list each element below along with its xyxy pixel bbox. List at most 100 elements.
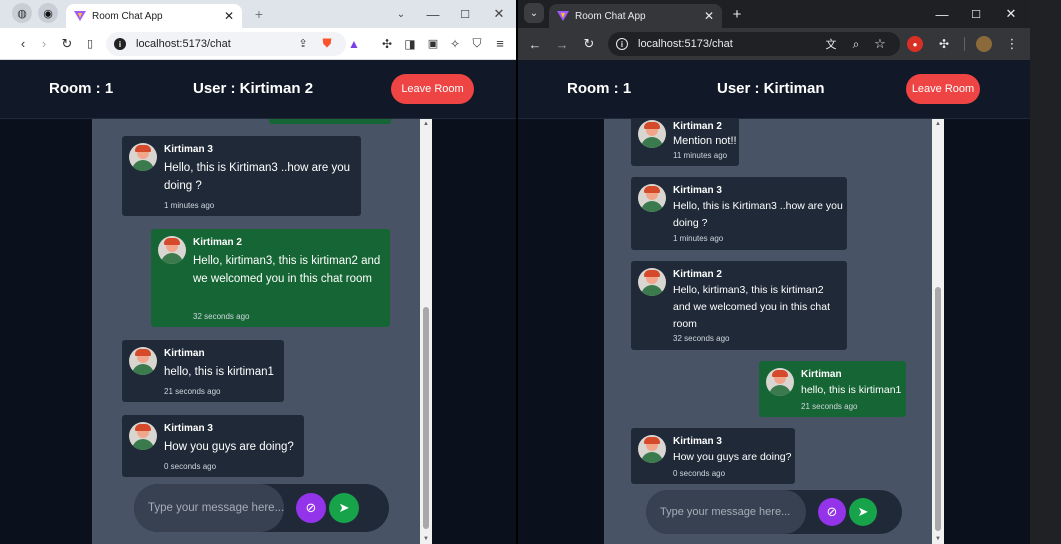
scroll-down-icon[interactable]: ▼: [423, 536, 429, 542]
scrollbar-thumb[interactable]: [935, 287, 941, 531]
room-label: Room : 1: [49, 80, 114, 97]
url-text: localhost:5173/chat: [638, 38, 733, 50]
reload-icon[interactable]: ↻: [56, 33, 78, 55]
scroll-down-icon[interactable]: ▼: [935, 536, 941, 542]
avatar: [638, 120, 666, 148]
message-sender: Kirtiman: [164, 348, 205, 359]
scroll-up-icon[interactable]: ▲: [935, 121, 941, 127]
message-time: 32 seconds ago: [673, 334, 730, 343]
close-tab-icon[interactable]: ✕: [224, 9, 234, 23]
message-bubble: Kirtiman 2 Mention not!! 11 minutes ago: [631, 119, 739, 166]
message-bubble-partial: [269, 119, 391, 124]
url-text: localhost:5173/chat: [136, 38, 231, 50]
menu-icon[interactable]: ≡: [489, 33, 511, 55]
extensions-icon[interactable]: ✣: [933, 33, 955, 55]
send-icon[interactable]: ➤: [849, 498, 877, 526]
share-icon[interactable]: ⇪: [292, 33, 314, 55]
sidebar-icon[interactable]: ◨: [399, 33, 421, 55]
avatar: [158, 236, 186, 264]
message-text: Mention not!!: [673, 135, 737, 147]
chat-page: Room : 1 User : Kirtiman 2 Leave Room Ki…: [0, 60, 516, 544]
message-time: 0 seconds ago: [164, 462, 217, 471]
bookmark-icon[interactable]: ▯: [79, 33, 101, 55]
message-bubble: Kirtiman 3 How you guys are doing? 0 sec…: [631, 428, 795, 484]
message-bubble: Kirtiman 3 Hello, this is Kirtiman3 ..ho…: [631, 177, 847, 250]
minimize-icon[interactable]: —: [422, 3, 444, 25]
tab-room-chat-app[interactable]: Room Chat App ✕: [66, 4, 242, 28]
extension-red-icon[interactable]: ●: [907, 36, 923, 52]
avatar: [638, 184, 666, 212]
reload-icon[interactable]: ↻: [578, 33, 600, 55]
attach-icon[interactable]: ⊘: [296, 493, 326, 523]
user-label: User : Kirtiman: [717, 80, 825, 97]
scrollbar[interactable]: ▲ ▼: [420, 119, 432, 544]
browser-profile-icon[interactable]: ◍: [12, 3, 32, 23]
tab-room-chat-app[interactable]: Room Chat App ✕: [549, 4, 722, 28]
message-text: Hello, this is Kirtiman3 ..how are you d…: [164, 162, 350, 192]
tab-search-icon[interactable]: ⌄: [390, 3, 412, 25]
message-time: 1 minutes ago: [164, 201, 215, 210]
message-sender: Kirtiman 2: [673, 121, 722, 132]
translate-icon[interactable]: 文: [820, 33, 842, 55]
brave-rewards-icon[interactable]: ▲: [343, 33, 365, 55]
scrollbar-thumb[interactable]: [423, 307, 429, 529]
message-sender: Kirtiman 3: [673, 436, 722, 447]
site-info-icon[interactable]: i: [114, 38, 126, 50]
avatar: [638, 268, 666, 296]
chat-page: Room : 1 User : Kirtiman Leave Room Kirt…: [518, 60, 1030, 544]
leave-room-button[interactable]: Leave Room: [906, 74, 980, 104]
minimize-icon[interactable]: —: [931, 3, 953, 25]
message-list: Kirtiman 2 Mention not!! 11 minutes ago …: [604, 119, 934, 544]
close-tab-icon[interactable]: ✕: [704, 9, 714, 23]
forward-icon[interactable]: ›: [33, 33, 55, 55]
scrollbar[interactable]: ▲ ▼: [932, 119, 944, 544]
toolbar-separator: [964, 37, 965, 51]
message-input[interactable]: [646, 490, 806, 534]
avatar: [129, 143, 157, 171]
vite-logo-icon: [74, 11, 86, 21]
vpn-icon[interactable]: ⛉: [466, 33, 488, 55]
message-text: Hello, this is Kirtiman3 ..how are you d…: [673, 200, 843, 229]
attach-icon[interactable]: ⊘: [818, 498, 846, 526]
browser-window-right: ⌄ Room Chat App ✕ + — ☐ ✕ ← → ↻ i localh…: [518, 0, 1030, 544]
send-icon[interactable]: ➤: [329, 493, 359, 523]
new-tab-icon[interactable]: +: [248, 3, 270, 25]
close-window-icon[interactable]: ✕: [488, 3, 510, 25]
close-window-icon[interactable]: ✕: [1000, 3, 1022, 25]
menu-icon[interactable]: ⋮: [1001, 33, 1023, 55]
message-text: Hello, kirtiman3, this is kirtiman2 and …: [673, 284, 831, 330]
avatar: [129, 422, 157, 450]
scroll-up-icon[interactable]: ▲: [423, 121, 429, 127]
forward-icon[interactable]: →: [551, 33, 573, 55]
chat-header: Room : 1 User : Kirtiman 2 Leave Room: [0, 60, 516, 119]
zoom-icon[interactable]: ⌕: [845, 33, 867, 55]
new-tab-icon[interactable]: +: [726, 3, 748, 25]
avatar: [766, 368, 794, 396]
brave-shields-icon[interactable]: ⛊: [316, 33, 338, 55]
leave-room-button[interactable]: Leave Room: [391, 74, 474, 104]
leo-icon[interactable]: ✧: [444, 33, 466, 55]
message-text: hello, this is kirtiman1: [801, 384, 902, 396]
back-icon[interactable]: ←: [524, 33, 546, 55]
star-icon[interactable]: ☆: [869, 33, 891, 55]
tab-strip: ◍ ◉ Room Chat App ✕ + ⌄ — ☐ ✕: [0, 0, 516, 28]
wallet-icon[interactable]: ▣: [422, 33, 444, 55]
message-list: Kirtiman 3 Hello, this is Kirtiman3 ..ho…: [92, 119, 420, 544]
message-input[interactable]: [134, 484, 284, 532]
site-info-icon[interactable]: i: [616, 38, 628, 50]
address-bar-row: ← → ↻ i localhost:5173/chat 文 ⌕ ☆ ● ✣ ⋮: [518, 28, 1030, 60]
message-composer: ⊘ ➤: [646, 490, 902, 534]
maximize-icon[interactable]: ☐: [965, 3, 987, 25]
message-sender: Kirtiman 3: [673, 185, 722, 196]
vite-logo-icon: [557, 11, 569, 21]
message-bubble: Kirtiman hello, this is kirtiman1 21 sec…: [122, 340, 284, 402]
tab-strip: ⌄ Room Chat App ✕ + — ☐ ✕: [518, 0, 1030, 28]
browser-window-left: ◍ ◉ Room Chat App ✕ + ⌄ — ☐ ✕ ‹ › ↻ ▯ i …: [0, 0, 516, 544]
message-time: 1 minutes ago: [673, 234, 724, 243]
maximize-icon[interactable]: ☐: [454, 3, 476, 25]
extensions-icon[interactable]: ✣: [376, 33, 398, 55]
back-icon[interactable]: ‹: [12, 33, 34, 55]
tab-search-icon[interactable]: ⌄: [524, 3, 544, 23]
profile-avatar-icon[interactable]: [976, 36, 992, 52]
favicon-pinned-icon[interactable]: ◉: [38, 3, 58, 23]
